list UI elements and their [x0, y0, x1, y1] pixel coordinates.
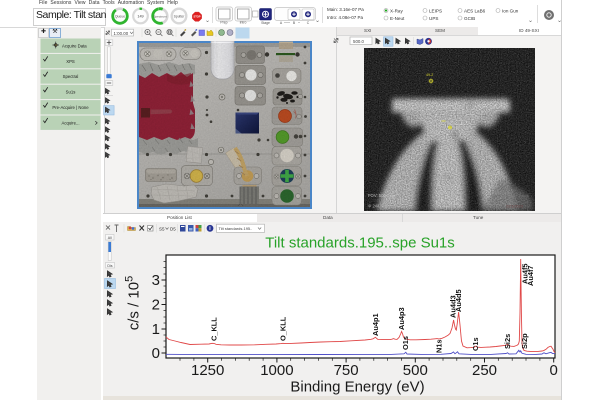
svg-text:1250: 1250	[191, 362, 224, 379]
svg-text:Au4p1: Au4p1	[371, 313, 380, 336]
svg-text:1:00.00: 1:00.00	[114, 31, 129, 36]
svg-text:2/23/2023: 2/23/2023	[506, 205, 523, 209]
svg-text:S5: S5	[159, 227, 165, 232]
svg-text:N1s: N1s	[435, 339, 444, 353]
svg-text:3: 3	[152, 272, 160, 289]
svg-text:O1s: O1s	[401, 336, 410, 350]
svg-text:1: 1	[152, 321, 160, 338]
svg-text:Ion Gun: Ion Gun	[502, 8, 519, 13]
svg-text:500.0: 500.0	[353, 39, 365, 44]
svg-text:Spectrum: Spectrum	[153, 14, 167, 18]
svg-text:Acquire Data: Acquire Data	[61, 43, 86, 48]
svg-text:A: A	[280, 21, 283, 25]
svg-text:Au4p3: Au4p3	[397, 307, 406, 330]
svg-text:Tilt standards.195..: Tilt standards.195..	[219, 226, 253, 231]
svg-text:Au4f7: Au4f7	[526, 265, 535, 286]
svg-text:GCIB: GCIB	[464, 16, 475, 21]
svg-text:C: C	[307, 21, 310, 25]
svg-text:Sputter: Sputter	[174, 14, 186, 18]
svg-text:Binding Energy (eV): Binding Energy (eV)	[290, 379, 424, 396]
svg-text:Su1s: Su1s	[65, 90, 76, 95]
svg-text:C1s: C1s	[471, 337, 480, 351]
svg-text:FOV: 500.0 µm: FOV: 500.0 µm	[368, 193, 397, 198]
svg-text:Spectral: Spectral	[62, 74, 78, 79]
svg-text:Si2s: Si2s	[503, 334, 512, 349]
svg-text:AES LaB6: AES LaB6	[464, 8, 486, 13]
svg-text:2: 2	[152, 297, 160, 314]
svg-text:Stage: Stage	[261, 21, 270, 25]
svg-text:Intro: Intro	[240, 21, 247, 25]
svg-text:0: 0	[550, 362, 558, 379]
svg-text:D5: D5	[170, 227, 176, 232]
svg-text:Pre-Acquire | None: Pre-Acquire | None	[52, 105, 89, 110]
svg-text:XPS: XPS	[66, 59, 75, 64]
svg-text:149: 149	[137, 15, 143, 19]
svg-text:Prep: Prep	[220, 21, 227, 25]
svg-text:Φ 244 Cameron: Φ 244 Cameron	[368, 204, 399, 209]
svg-text:STOP: STOP	[193, 15, 200, 19]
svg-text:All: All	[108, 236, 112, 240]
svg-text:LEIPS: LEIPS	[429, 8, 442, 13]
svg-text:Tilt standards.195..spe Su1s: Tilt standards.195..spe Su1s	[265, 235, 455, 252]
svg-text:1000: 1000	[260, 362, 293, 379]
svg-text:Acquire...: Acquire...	[61, 120, 79, 125]
svg-text:c/s / 105: c/s / 105	[124, 276, 143, 330]
svg-text:250: 250	[472, 362, 497, 379]
svg-text:Dis: Dis	[107, 264, 112, 268]
svg-text:O_KLL: O_KLL	[279, 316, 288, 341]
svg-text:Si2p: Si2p	[520, 333, 529, 349]
svg-text:UPS: UPS	[429, 16, 438, 21]
svg-text:X-Ray: X-Ray	[390, 8, 403, 13]
svg-text:Queue: Queue	[115, 15, 125, 19]
svg-text:C_KLL: C_KLL	[210, 317, 219, 341]
svg-text:B: B	[293, 21, 296, 25]
svg-text:750: 750	[334, 362, 359, 379]
svg-text:500.0 µm: 500.0 µm	[495, 191, 511, 195]
svg-text:Au4d5: Au4d5	[454, 289, 463, 312]
svg-text:E-Neut: E-Neut	[390, 16, 405, 21]
svg-text:500: 500	[403, 362, 428, 379]
svg-text:49-2: 49-2	[426, 73, 433, 77]
svg-text:0: 0	[152, 345, 160, 362]
